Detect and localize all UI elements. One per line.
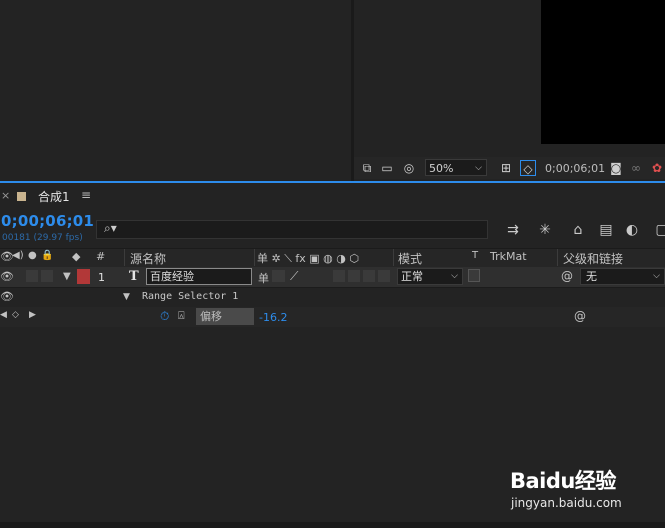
timeline-tab-bar <box>0 184 665 208</box>
viewer-toolbar: ⧉ ▭ ◎ ⊞ ◇ ◙ ∞ ✿ <box>354 157 665 179</box>
layer-search-input[interactable] <box>96 220 488 239</box>
next-keyframe-icon[interactable]: ▶ <box>29 310 36 320</box>
chevron-down-icon: ⌵ <box>653 271 660 281</box>
solo-icon[interactable]: ● <box>28 250 37 261</box>
layer-label-color[interactable] <box>77 269 90 284</box>
column-divider <box>557 249 558 266</box>
parent-dropdown[interactable]: 无 ⌵ <box>580 268 665 285</box>
3d-layer-switch[interactable] <box>378 270 390 282</box>
column-divider <box>124 249 125 266</box>
range-selector-label[interactable]: Range Selector 1 <box>142 291 238 302</box>
layer-visibility-icon[interactable]: 👁 <box>0 270 14 283</box>
shy-layers-icon[interactable]: ⌂ <box>568 220 588 240</box>
audio-icon[interactable]: ◀) <box>12 250 24 261</box>
composition-canvas[interactable] <box>541 0 665 144</box>
layer-lock-toggle[interactable] <box>41 270 53 282</box>
panel-focus-indicator <box>0 181 665 183</box>
transparency-grid-icon[interactable]: ◇ <box>520 160 536 176</box>
layer-name-field[interactable]: 百度经验 <box>146 268 252 285</box>
lock-icon[interactable]: 🔒 <box>41 250 53 261</box>
project-panel <box>0 0 351 181</box>
draft-3d-icon[interactable]: ✳ <box>535 220 555 240</box>
chevron-down-icon: ⌵ <box>451 271 458 281</box>
pick-whip-icon[interactable]: @ <box>561 269 573 283</box>
text-layer-icon: T <box>129 269 139 284</box>
search-icon: ⌕▾ <box>104 221 117 235</box>
property-pick-whip-icon[interactable]: @ <box>574 309 586 323</box>
property-row[interactable] <box>0 307 665 327</box>
motion-blur-switch[interactable] <box>348 270 360 282</box>
stopwatch-icon[interactable]: ⏱ <box>160 309 169 324</box>
column-preserve-transparency[interactable]: T <box>472 250 478 261</box>
graph-icon[interactable]: ⍓ <box>178 309 185 323</box>
preserve-transparency-toggle[interactable] <box>468 269 480 282</box>
frame-blending-icon[interactable]: ▤ <box>596 220 616 240</box>
mask-visibility-icon[interactable]: ◎ <box>401 160 417 176</box>
quality-switch-icon[interactable]: ⟋ <box>290 269 298 284</box>
layer-number: 1 <box>98 271 105 284</box>
current-timecode[interactable]: 0;00;06;01 <box>1 212 94 230</box>
fx-switch[interactable] <box>333 270 345 282</box>
collapse-switch[interactable] <box>272 270 285 282</box>
switches-icons: 单 ✲ ⟍ fx ▣ ◍ ◑ ⬡ <box>257 252 359 265</box>
frame-rate-info: 00181 (29.97 fps) <box>2 233 83 243</box>
parent-value: 无 <box>586 270 597 283</box>
graph-editor-icon[interactable]: ▢ <box>652 220 665 240</box>
column-parent[interactable]: 父级和链接 <box>563 250 623 267</box>
chevron-down-icon: ⌵ <box>475 163 482 173</box>
zoom-dropdown[interactable]: 50% ⌵ <box>425 159 487 176</box>
column-mode[interactable]: 模式 <box>398 250 422 267</box>
panel-menu-icon[interactable]: ≡ <box>81 188 91 202</box>
property-group-row[interactable] <box>0 288 665 307</box>
tab-composition[interactable]: 合成1 <box>38 188 70 205</box>
comp-color-swatch <box>17 192 26 201</box>
property-value[interactable]: -16.2 <box>259 311 287 324</box>
motion-blur-icon[interactable]: ◐ <box>622 220 642 240</box>
adjustment-switch[interactable] <box>363 270 375 282</box>
column-divider <box>254 249 255 266</box>
column-trkmat[interactable]: TrkMat <box>490 250 527 263</box>
prev-keyframe-icon[interactable]: ◀ <box>0 310 7 320</box>
color-channels-icon[interactable]: ✿ <box>649 160 665 176</box>
column-number: # <box>96 250 106 263</box>
label-tag-icon[interactable]: ◆ <box>72 250 80 263</box>
baidu-logo: Baidu经验 <box>510 469 616 493</box>
comp-mini-flowchart-icon[interactable]: ⇉ <box>503 220 523 240</box>
property-visibility-icon[interactable]: 👁 <box>0 290 14 303</box>
monitor-icon[interactable]: ▭ <box>379 160 395 176</box>
always-preview-icon[interactable]: ⧉ <box>359 160 375 176</box>
expand-triangle-icon[interactable]: ▼ <box>123 292 130 302</box>
show-snapshot-icon[interactable]: ∞ <box>628 160 644 176</box>
shy-switch-icon[interactable]: 单 <box>258 270 269 286</box>
snapshot-camera-icon[interactable]: ◙ <box>608 160 624 176</box>
zoom-value: 50% <box>429 162 454 175</box>
blend-mode-value: 正常 <box>401 270 423 283</box>
watermark-url: jingyan.baidu.com <box>511 496 622 510</box>
viewer-current-time[interactable]: 0;00;06;01 <box>545 162 605 175</box>
expand-triangle-icon[interactable]: ▼ <box>63 271 71 282</box>
layer-solo-toggle[interactable] <box>26 270 38 282</box>
property-name: 偏移 <box>196 308 254 325</box>
column-divider <box>393 249 394 266</box>
region-of-interest-icon[interactable]: ⊞ <box>498 160 514 176</box>
column-source-name[interactable]: 源名称 <box>130 250 166 267</box>
close-tab-icon[interactable]: × <box>1 189 10 202</box>
bottom-edge <box>0 522 665 528</box>
blend-mode-dropdown[interactable]: 正常 ⌵ <box>397 268 463 285</box>
add-keyframe-icon[interactable]: ◇ <box>12 310 19 320</box>
